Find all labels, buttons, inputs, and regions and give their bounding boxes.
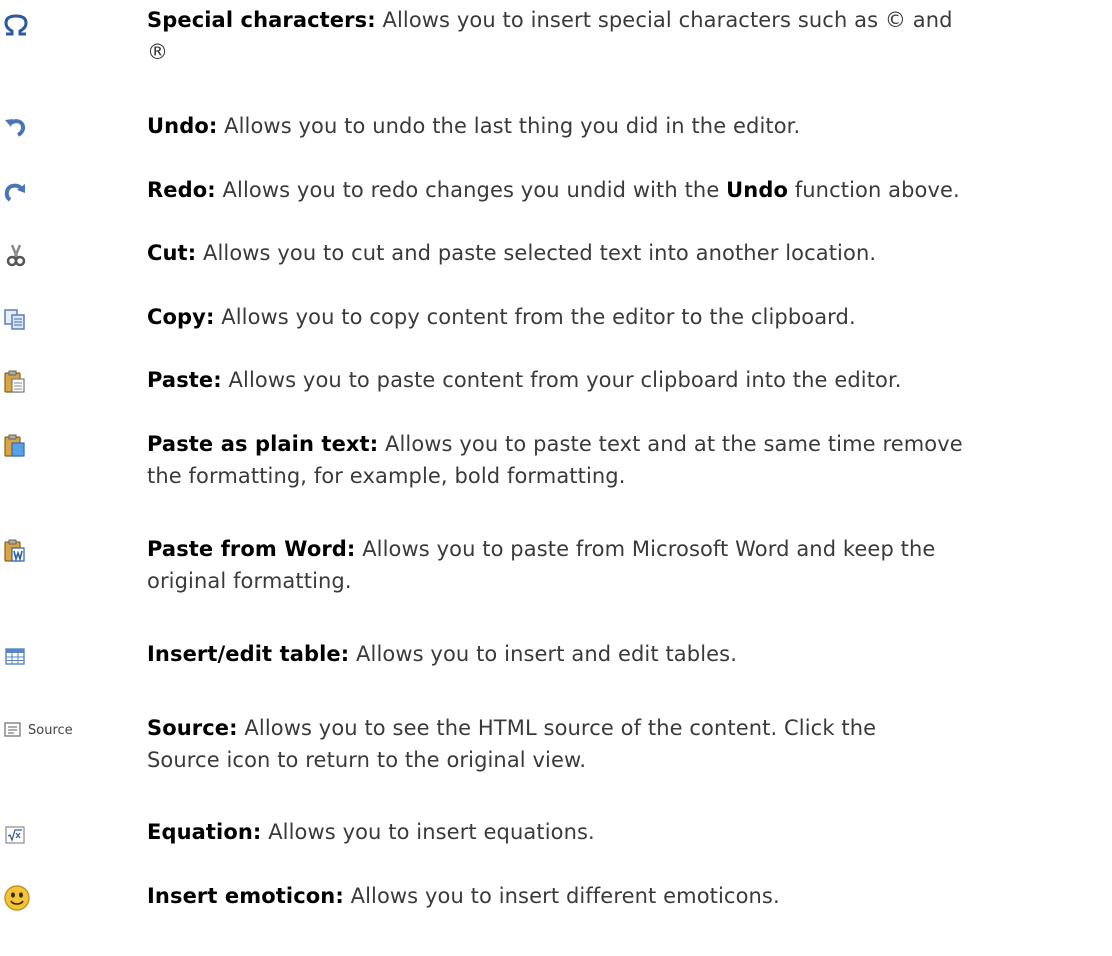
item-description-continued: the formatting, for example, bold format… — [147, 464, 626, 488]
icon-slot — [2, 307, 74, 331]
item-term: Paste from Word: — [147, 537, 356, 561]
item-text: Equation: Allows you to insert equations… — [147, 816, 1098, 848]
item-text: Redo: Allows you to redo changes you und… — [147, 174, 1098, 206]
item-term: Redo: — [147, 178, 216, 202]
item-description-bold: Undo — [726, 178, 788, 202]
icon-slot: Source — [2, 718, 147, 742]
item-description: Allows you to insert special characters … — [375, 8, 953, 32]
redo-icon — [4, 183, 25, 202]
icon-slot — [2, 14, 74, 38]
item-text: Undo: Allows you to undo the last thing … — [147, 110, 1098, 142]
item-description: Allows you to redo changes you undid wit… — [215, 178, 727, 202]
icon-slot — [2, 116, 74, 140]
scissors-icon — [6, 244, 26, 267]
item-text: Special characters: Allows you to insert… — [147, 4, 1098, 68]
item-text: Paste as plain text: Allows you to paste… — [147, 428, 1098, 492]
item-description: Allows you to paste from Microsoft Word … — [355, 537, 936, 561]
item-term: Cut: — [147, 241, 197, 265]
paste-icon — [4, 370, 25, 393]
item-description: Allows you to paste text and at the same… — [378, 432, 963, 456]
item-description-end: function above. — [788, 178, 960, 202]
item-description: Allows you to paste content from your cl… — [221, 368, 902, 392]
item-description: Allows you to insert different emoticons… — [343, 884, 780, 908]
item-description: Allows you to insert equations. — [261, 820, 595, 844]
icon-slot — [2, 539, 74, 563]
source-icon — [4, 722, 21, 737]
table-icon — [5, 648, 25, 665]
item-term: Insert/edit table: — [147, 642, 350, 666]
item-text: Copy: Allows you to copy content from th… — [147, 301, 1098, 333]
equation-icon — [5, 826, 25, 844]
icon-slot — [2, 434, 74, 458]
item-text: Source: Allows you to see the HTML sourc… — [147, 712, 1098, 776]
item-description: Allows you to undo the last thing you di… — [217, 114, 801, 138]
item-term: Paste: — [147, 368, 222, 392]
copy-icon — [4, 309, 25, 330]
item-term: Special characters: — [147, 8, 376, 32]
item-description-continued: Source icon to return to the original vi… — [147, 748, 587, 772]
item-term: Paste as plain text: — [147, 432, 379, 456]
omega-icon — [4, 14, 28, 36]
item-description: Allows you to insert and edit tables. — [349, 642, 737, 666]
item-description-continued: ® — [147, 40, 169, 64]
item-term: Equation: — [147, 820, 262, 844]
item-term: Source: — [147, 716, 238, 740]
icon-slot — [2, 885, 74, 911]
emoticon-icon — [4, 885, 30, 911]
paste-from-word-icon — [4, 539, 25, 562]
item-description: Allows you to cut and paste selected tex… — [196, 241, 877, 265]
item-text: Cut: Allows you to cut and paste selecte… — [147, 237, 1098, 269]
item-text: Insert emoticon: Allows you to insert di… — [147, 880, 1098, 912]
item-term: Copy: — [147, 305, 215, 329]
icon-slot — [2, 822, 74, 846]
item-description-continued: original formatting. — [147, 569, 352, 593]
item-description: Allows you to see the HTML source of the… — [237, 716, 877, 740]
paste-plain-text-icon — [4, 434, 25, 457]
item-text: Paste: Allows you to paste content from … — [147, 364, 1098, 396]
icon-slot — [2, 243, 74, 267]
item-text: Paste from Word: Allows you to paste fro… — [147, 533, 1098, 597]
source-icon-label: Source — [28, 722, 73, 738]
item-description: Allows you to copy content from the edit… — [214, 305, 856, 329]
item-text: Insert/edit table: Allows you to insert … — [147, 638, 1098, 670]
icon-slot — [2, 644, 74, 668]
icon-slot — [2, 180, 74, 204]
undo-icon — [5, 119, 26, 137]
icon-slot — [2, 370, 74, 394]
item-term: Undo: — [147, 114, 218, 138]
item-term: Insert emoticon: — [147, 884, 344, 908]
